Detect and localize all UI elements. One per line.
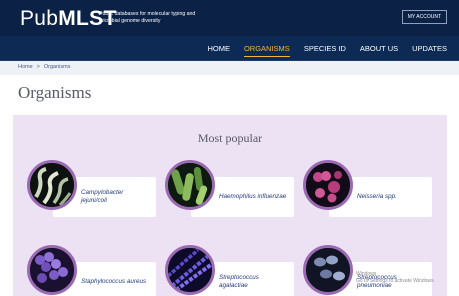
neisseria-image[interactable] [303,160,353,210]
campylobacter-image[interactable] [27,160,77,210]
streptococcus-pneumoniae-image[interactable] [303,245,353,295]
nav-about-us[interactable]: ABOUT US [360,36,398,61]
breadcrumb: Home > Organisms [18,64,70,70]
site-tagline: Public databases for molecular typing an… [99,11,196,24]
haemophilus-image[interactable] [165,160,215,210]
watermark-message: Go to Settings to activate Windows. [356,278,435,284]
logo-text-light: Pub [20,7,59,30]
organism-link[interactable]: Campylobacter jejuni/coli [81,189,150,205]
nav-organisms[interactable]: ORGANISMS [243,36,290,61]
most-popular-title: Most popular [197,131,263,145]
organism-link[interactable]: Haemophilus influenzae [219,193,288,201]
breadcrumb-current: Organisms [43,64,71,70]
breadcrumb-separator: > [36,64,40,70]
breadcrumb-home[interactable]: Home [18,64,33,70]
streptococcus-agalactiae-image[interactable] [165,245,215,295]
organism-link[interactable]: Streptococcus agalactiae [219,274,288,290]
watermark-title: Windows [356,271,377,277]
organism-link[interactable]: Staphylococcus aureus [81,278,150,286]
staphylococcus-image[interactable] [27,245,77,295]
nav-species-id[interactable]: SPECIES ID [304,36,346,61]
main-nav: HOME ORGANISMS SPECIES ID ABOUT US UPDAT… [0,36,459,61]
nav-updates[interactable]: UPDATES [412,36,447,61]
breadcrumb-bar: Home > Organisms [0,61,459,75]
nav-home[interactable]: HOME [207,36,230,61]
my-account-button[interactable]: MY ACCOUNT [401,10,447,24]
top-header: PubMLST Public databases for molecular t… [0,0,459,36]
page-title: Organisms [18,83,92,102]
organism-link[interactable]: Neisseria spp. [357,193,426,201]
most-popular-panel: Most popular Campylobacter jejuni/coli H… [13,115,447,296]
windows-activation-watermark: Windows Go to Settings to activate Windo… [356,271,435,285]
